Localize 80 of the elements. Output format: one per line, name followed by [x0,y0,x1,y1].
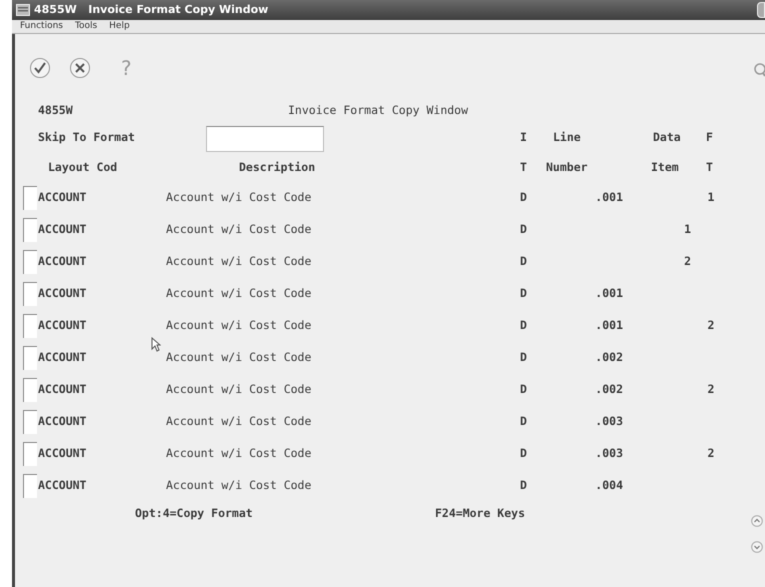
cursor-icon [151,337,161,352]
scroll-down-icon[interactable] [751,541,763,553]
column-header: Description [238,159,316,176]
table-cell: .003 [595,446,623,460]
window-title: 4855W Invoice Format Copy Window [34,2,268,18]
table-cell: .001 [595,190,623,204]
menu-item[interactable]: Tools [74,20,98,34]
window-icon [16,4,30,16]
table-cell-text: D [519,349,528,366]
table-cell-text: ACCOUNT [38,413,88,430]
menu-item[interactable]: Functions [20,20,63,34]
table-cell-text: ACCOUNT [38,381,88,398]
table-cell-text: Account w/i Cost Code [166,349,312,366]
table-cell-text: D [519,285,528,302]
column-header: Line [552,129,582,146]
menu-item[interactable]: Help [109,20,130,34]
table-cell-text: D [519,381,528,398]
table-cell-text: ACCOUNT [38,189,88,206]
table-cell-text: Account w/i Cost Code [166,221,312,238]
option-field[interactable] [23,218,37,242]
table-cell-text: ACCOUNT [38,253,88,270]
table-cell-text: ACCOUNT [38,221,88,238]
table-cell-text: Account w/i Cost Code [166,253,312,270]
skip-to-format-field[interactable] [206,126,324,152]
field-label: Skip To Format [37,129,136,146]
table-cell-text: ACCOUNT [38,349,88,366]
table-cell-text: Account w/i Cost Code [166,317,312,334]
cancel-icon[interactable] [69,57,91,79]
table-cell: .001 [595,318,623,332]
option-field[interactable] [23,314,37,338]
table-cell-text: ACCOUNT [38,477,88,494]
table-cell-text: Account w/i Cost Code [166,445,312,462]
column-header: Layout Cod [47,159,118,176]
table-cell-text: ACCOUNT [38,317,88,334]
table-cell-text: D [519,189,528,206]
scroll-up-icon[interactable] [751,515,763,527]
form-title: Invoice Format Copy Window [288,102,468,120]
table-cell: .002 [595,350,623,364]
table-cell-text: Account w/i Cost Code [166,285,312,302]
table-cell-text: D [519,253,528,270]
column-header: Data [652,129,682,146]
column-header: T [519,159,528,176]
table-cell-text: Account w/i Cost Code [166,477,312,494]
option-field[interactable] [23,442,37,466]
table-cell-text: D [519,221,528,238]
column-header: Item [650,159,680,176]
form-id: 4855W [38,102,74,120]
column-header: F [705,129,714,146]
option-field[interactable] [23,250,37,274]
table-cell: 2 [708,446,714,460]
table-cell-text: D [519,317,528,334]
table-cell: .003 [595,414,623,428]
table-cell: 2 [684,254,691,268]
table-cell: 2 [708,318,714,332]
table-cell: 1 [708,190,714,204]
table-cell: 1 [684,222,691,236]
table-cell: .002 [595,382,623,396]
option-field[interactable] [23,378,37,402]
footer-hint: Opt:4=Copy Format [135,505,254,522]
option-field[interactable] [23,410,37,434]
column-header: Number [545,159,589,176]
column-header: I [519,129,528,146]
option-field[interactable] [23,474,37,498]
table-cell: .004 [595,478,623,492]
table-cell-text: D [519,413,528,430]
column-header: T [705,159,714,176]
option-field[interactable] [23,186,37,210]
table-cell-text: Account w/i Cost Code [166,189,312,206]
table-cell-text: ACCOUNT [38,285,88,302]
table-cell-text: D [519,445,528,462]
table-cell: .001 [595,286,623,300]
table-cell-text: D [519,477,528,494]
table-cell-text: ACCOUNT [38,445,88,462]
ok-icon[interactable] [29,57,51,79]
table-cell: 2 [708,382,714,396]
table-cell-text: Account w/i Cost Code [166,381,312,398]
option-field[interactable] [23,282,37,306]
footer-hint: F24=More Keys [435,505,526,522]
option-field[interactable] [23,346,37,370]
table-cell-text: Account w/i Cost Code [166,413,312,430]
